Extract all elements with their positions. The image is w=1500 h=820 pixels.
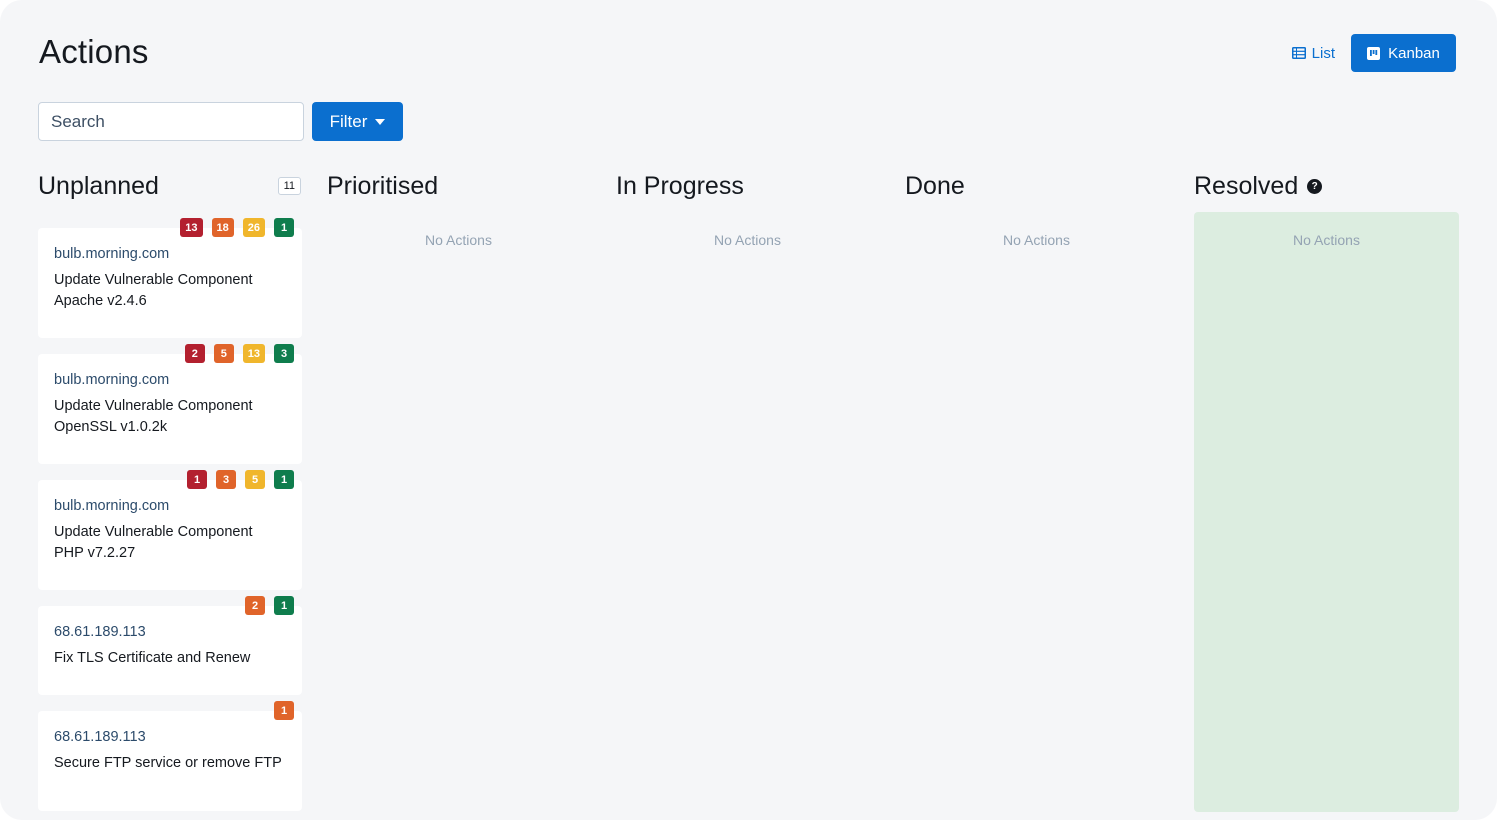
- medium-count-badge: 5: [245, 470, 265, 489]
- action-card[interactable]: 1 68.61.189.113 Secure FTP service or re…: [38, 701, 302, 811]
- resolved-drop-zone[interactable]: No Actions: [1194, 212, 1459, 812]
- high-count-badge: 18: [211, 218, 234, 237]
- column-title: In Progress: [616, 171, 744, 200]
- column-prioritised: Prioritised No Actions: [327, 160, 616, 812]
- column-title-wrap: Resolved ?: [1194, 171, 1323, 201]
- column-unplanned: Unplanned 11 13 18 26 1 bulb.morning.com…: [38, 160, 327, 812]
- card-host: bulb.morning.com: [54, 498, 170, 514]
- list-view-button[interactable]: List: [1291, 34, 1351, 72]
- critical-count-badge: 13: [180, 218, 203, 237]
- card-host: 68.61.189.113: [54, 729, 146, 745]
- medium-count-badge: 26: [242, 218, 265, 237]
- card-title: Secure FTP service or remove FTP: [54, 755, 282, 771]
- low-count-badge: 1: [274, 470, 294, 489]
- empty-state-text: No Actions: [1003, 232, 1070, 248]
- kanban-icon: [1367, 46, 1381, 60]
- severity-badges: 13 18 26 1: [180, 218, 294, 237]
- high-count-badge: 1: [274, 701, 294, 720]
- column-title: Prioritised: [327, 171, 439, 200]
- action-card[interactable]: 2 5 13 3 bulb.morning.com Update Vulnera…: [38, 344, 302, 464]
- kanban-view-button[interactable]: Kanban: [1351, 34, 1456, 72]
- actions-page: Actions List Kanban Search Filter Unplan…: [0, 0, 1497, 820]
- column-header: Unplanned 11: [38, 160, 327, 212]
- low-count-badge: 1: [274, 218, 294, 237]
- column-title: Resolved: [1194, 171, 1299, 200]
- column-header: Prioritised: [327, 160, 616, 212]
- action-card[interactable]: 13 18 26 1 bulb.morning.com Update Vulne…: [38, 218, 302, 338]
- low-count-badge: 3: [274, 344, 294, 363]
- severity-badges: 1 3 5 1: [187, 470, 294, 489]
- empty-state-text: No Actions: [714, 232, 781, 248]
- card-title: Update Vulnerable Component PHP v7.2.27: [54, 524, 253, 561]
- high-count-badge: 2: [245, 596, 265, 615]
- list-icon: [1291, 47, 1306, 59]
- card-host: 68.61.189.113: [54, 624, 146, 640]
- empty-state-text: No Actions: [425, 232, 492, 248]
- empty-state-text: No Actions: [1293, 232, 1360, 248]
- card-host: bulb.morning.com: [54, 246, 170, 262]
- column-resolved: Resolved ? No Actions: [1194, 160, 1483, 812]
- column-count-badge: 11: [277, 177, 301, 195]
- kanban-view-label: Kanban: [1388, 44, 1440, 62]
- kanban-board: Unplanned 11 13 18 26 1 bulb.morning.com…: [38, 160, 1483, 812]
- question-circle-icon[interactable]: ?: [1307, 178, 1323, 194]
- list-view-label: List: [1311, 44, 1335, 62]
- action-card[interactable]: 2 1 68.61.189.113 Fix TLS Certificate an…: [38, 596, 302, 695]
- search-input[interactable]: [38, 102, 304, 141]
- page-title: Actions: [39, 33, 149, 70]
- filter-label: Filter: [329, 111, 368, 131]
- severity-badges: 2 5 13 3: [184, 344, 294, 363]
- card-list: 13 18 26 1 bulb.morning.com Update Vulne…: [38, 212, 327, 811]
- low-count-badge: 1: [274, 596, 294, 615]
- column-in-progress: In Progress No Actions: [616, 160, 905, 812]
- column-title: Unplanned: [38, 171, 159, 200]
- high-count-badge: 5: [213, 344, 234, 363]
- severity-badges: 1: [274, 701, 294, 720]
- severity-badges: 2 1: [245, 596, 294, 615]
- card-title: Fix TLS Certificate and Renew: [54, 650, 251, 666]
- card-title: Update Vulnerable Component OpenSSL v1.0…: [54, 398, 253, 435]
- card-host: bulb.morning.com: [54, 372, 170, 388]
- medium-count-badge: 13: [242, 344, 265, 363]
- caret-down-icon: [375, 118, 386, 125]
- critical-count-badge: 2: [184, 344, 205, 363]
- high-count-badge: 3: [216, 470, 236, 489]
- toolbar: Filter: [38, 102, 403, 141]
- action-card[interactable]: 1 3 5 1 bulb.morning.com Update Vulnerab…: [38, 470, 302, 590]
- view-switch: List Kanban: [1291, 34, 1456, 72]
- card-title: Update Vulnerable Component Apache v2.4.…: [54, 272, 253, 309]
- column-title: Done: [905, 171, 965, 200]
- column-done: Done No Actions: [905, 160, 1194, 812]
- column-header: Done: [905, 160, 1194, 212]
- filter-button[interactable]: Filter: [312, 102, 403, 141]
- critical-count-badge: 1: [187, 470, 207, 489]
- column-header: In Progress: [616, 160, 905, 212]
- column-header: Resolved ?: [1194, 160, 1483, 212]
